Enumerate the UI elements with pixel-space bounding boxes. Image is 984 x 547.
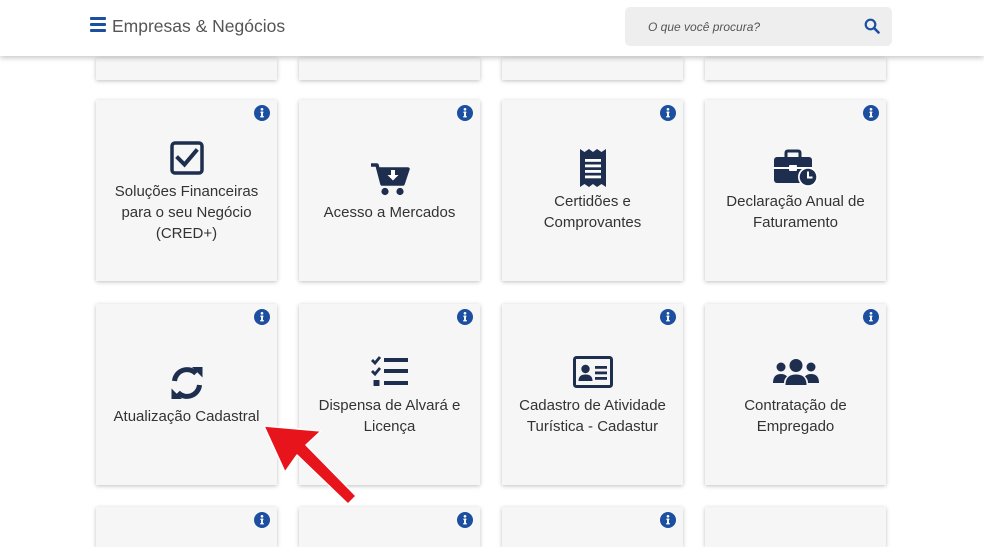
app-title: Empresas & Negócios bbox=[112, 16, 286, 36]
sync-icon bbox=[171, 366, 202, 399]
search-input[interactable] bbox=[625, 7, 850, 46]
card-label: Soluções Financeiras para o seu Negócio … bbox=[114, 182, 259, 242]
search-icon[interactable] bbox=[864, 18, 880, 34]
card-partial-top[interactable] bbox=[299, 58, 480, 80]
top-header: Empresas & Negócios bbox=[0, 0, 984, 56]
id-card-icon bbox=[572, 356, 613, 388]
shopping-cart-icon bbox=[370, 162, 410, 195]
receipt-icon bbox=[579, 149, 606, 187]
card-partial-bottom[interactable] bbox=[502, 507, 683, 547]
card-acesso-mercados[interactable]: Acesso a Mercados bbox=[299, 100, 480, 281]
checklist-icon bbox=[370, 356, 408, 386]
card-partial-bottom[interactable] bbox=[705, 507, 886, 547]
card-partial-top[interactable] bbox=[502, 58, 683, 80]
card-atualizacao-cadastral[interactable]: Atualização Cadastral bbox=[96, 304, 277, 485]
checkbox-icon bbox=[169, 140, 204, 175]
red-arrow-pointer-icon bbox=[263, 425, 357, 505]
card-declaracao-anual[interactable]: Declaração Anual de Faturamento bbox=[705, 100, 886, 281]
card-label: Cadastro de Atividade Turística - Cadast… bbox=[519, 397, 666, 435]
info-circle-icon[interactable] bbox=[457, 512, 473, 528]
card-cadastur[interactable]: Cadastro de Atividade Turística - Cadast… bbox=[502, 304, 683, 485]
hamburger-menu-icon[interactable] bbox=[90, 17, 106, 35]
card-label: Certidões e Comprovantes bbox=[543, 193, 642, 231]
card-label: Acesso a Mercados bbox=[323, 203, 456, 221]
search-box bbox=[625, 7, 892, 46]
users-icon bbox=[772, 359, 819, 385]
briefcase-clock-icon bbox=[773, 149, 818, 187]
card-partial-top[interactable] bbox=[705, 58, 886, 80]
card-certidoes[interactable]: Certidões e Comprovantes bbox=[502, 100, 683, 281]
card-partial-bottom[interactable] bbox=[96, 507, 277, 547]
info-circle-icon[interactable] bbox=[254, 512, 270, 528]
card-label: Atualização Cadastral bbox=[113, 407, 260, 425]
card-partial-bottom[interactable] bbox=[299, 507, 480, 547]
info-circle-icon[interactable] bbox=[660, 512, 676, 528]
card-contratacao-empregado[interactable]: Contratação de Empregado bbox=[705, 304, 886, 485]
card-solucoes-financeiras[interactable]: Soluções Financeiras para o seu Negócio … bbox=[96, 100, 277, 281]
card-partial-top[interactable] bbox=[96, 58, 277, 80]
card-label: Declaração Anual de Faturamento bbox=[726, 193, 865, 231]
card-label: Contratação de Empregado bbox=[744, 397, 847, 435]
